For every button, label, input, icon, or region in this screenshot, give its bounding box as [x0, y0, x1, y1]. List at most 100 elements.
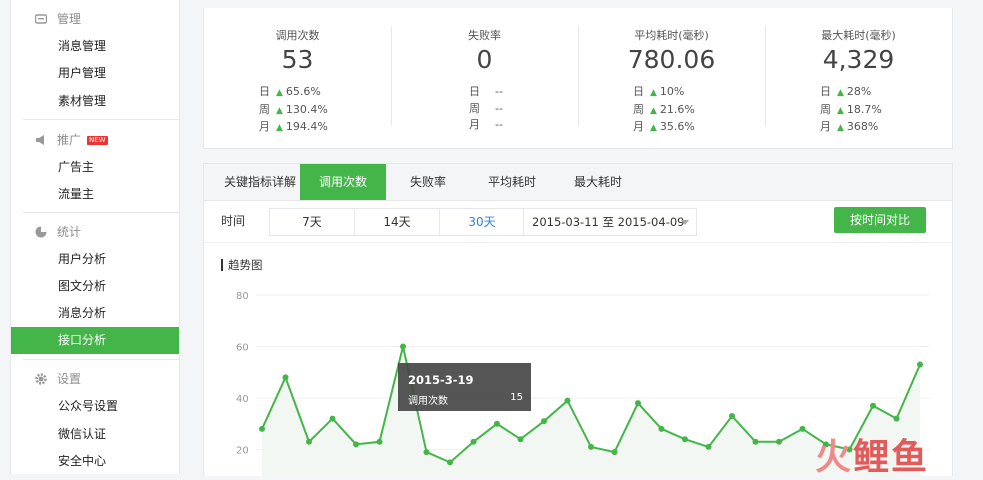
- tab-avg-latency[interactable]: 平均耗时: [479, 164, 545, 200]
- stat-row-month: 月 ▲ 368%: [820, 120, 879, 133]
- sidebar-item-label: 用户管理: [58, 66, 107, 80]
- sidebar-divider: [23, 119, 179, 120]
- y-tick-label: 60: [236, 343, 249, 354]
- settings-icon: [35, 373, 47, 385]
- data-point: [588, 443, 594, 450]
- up-arrow-icon: ▲: [650, 123, 657, 133]
- stat-row-week: 周 --: [469, 101, 503, 115]
- stat-failure-rate: 失败率 0 日 -- 周 -- 月 --: [391, 8, 578, 148]
- up-arrow-icon: ▲: [650, 105, 657, 116]
- tab-key-metrics[interactable]: 关键指标详解: [214, 164, 306, 200]
- data-point: [705, 443, 712, 450]
- sidebar: 管理 消息管理 用户管理 素材管理 推广 NEW 广告主 流量主 统计 用户分析 …: [10, 0, 180, 474]
- range-14-days[interactable]: 14天: [354, 208, 440, 236]
- sidebar-item-label: 接口分析: [58, 333, 107, 347]
- stat-avg-latency: 平均耗时(毫秒) 780.06 日 ▲ 10% 周 ▲ 21.6% 月 ▲ 35.6%: [578, 8, 765, 148]
- sidebar-item-label: 安全中心: [58, 454, 107, 468]
- stat-value: 4,329: [822, 45, 895, 74]
- stat-row-day: 日 --: [469, 85, 503, 98]
- sidebar-section-title: 统计: [57, 225, 82, 239]
- new-badge: NEW: [87, 136, 108, 145]
- data-point: [470, 438, 477, 445]
- up-arrow-icon: ▲: [276, 105, 283, 116]
- data-point: [564, 397, 571, 404]
- sidebar-item-message-management[interactable]: 消息管理: [11, 33, 179, 60]
- sidebar-item-label: 流量主: [58, 187, 95, 201]
- megaphone-icon: [36, 135, 44, 145]
- data-point: [423, 449, 430, 456]
- sidebar-section-title: 设置: [57, 372, 82, 386]
- sidebar-item-wechat-verification[interactable]: 微信认证: [11, 421, 179, 448]
- tab-failure-rate[interactable]: 失败率: [395, 164, 461, 200]
- sidebar-item-message-analysis[interactable]: 消息分析: [11, 300, 179, 327]
- stat-value: 0: [476, 45, 493, 74]
- sidebar-item-label: 消息管理: [58, 39, 107, 53]
- stat-title: 平均耗时(毫秒): [634, 29, 709, 42]
- sidebar-divider: [23, 212, 179, 213]
- up-arrow-icon: ▲: [650, 88, 657, 98]
- stat-row-day: 日 ▲ 28%: [820, 85, 872, 98]
- sidebar-section-title: 推广: [57, 133, 82, 147]
- stat-row-week: 周 ▲ 18.7%: [820, 102, 882, 116]
- sidebar-item-label: 图文分析: [58, 279, 107, 293]
- sidebar-item-account-settings[interactable]: 公众号设置: [11, 393, 179, 420]
- compare-by-time-button[interactable]: 按时间对比: [834, 207, 926, 233]
- chevron-down-icon: [681, 220, 689, 225]
- y-tick-label: 80: [236, 291, 249, 302]
- data-point: [658, 425, 665, 432]
- stat-title: 调用次数: [275, 29, 320, 42]
- up-arrow-icon: ▲: [837, 105, 844, 116]
- data-point: [729, 413, 735, 420]
- sidebar-item-label: 素材管理: [58, 94, 107, 108]
- sidebar-item-label: 用户分析: [58, 252, 107, 266]
- sidebar-item-api-analysis[interactable]: 接口分析: [11, 327, 179, 354]
- data-point: [541, 418, 547, 425]
- sidebar-item-article-analysis[interactable]: 图文分析: [11, 273, 179, 300]
- range-30-days[interactable]: 30天: [439, 208, 525, 236]
- sidebar-item-security-center[interactable]: 安全中心: [11, 448, 179, 475]
- statistics-icon: [35, 226, 47, 238]
- data-point: [400, 343, 406, 350]
- date-range-value: 2015-03-11 至 2015-04-09: [532, 215, 685, 229]
- stat-row-week: 周 ▲ 130.4%: [259, 102, 328, 116]
- sidebar-item-label: 广告主: [58, 160, 95, 174]
- data-point: [259, 425, 265, 432]
- sidebar-item-user-management[interactable]: 用户管理: [11, 60, 179, 87]
- watermark-logo: 火鲤鱼: [815, 437, 930, 478]
- y-tick-label: 20: [236, 446, 249, 457]
- data-point: [893, 415, 900, 422]
- stat-row-day: 日 ▲ 65.6%: [259, 85, 321, 98]
- sidebar-item-traffic-owner[interactable]: 流量主: [11, 181, 179, 208]
- stat-value: 780.06: [627, 45, 716, 74]
- stat-row-month: 月 --: [469, 118, 503, 131]
- sidebar-item-user-analysis[interactable]: 用户分析: [11, 246, 179, 273]
- metric-tabs: 关键指标详解 调用次数 失败率 平均耗时 最大耗时: [204, 164, 952, 201]
- sidebar-item-label: 微信认证: [58, 427, 107, 441]
- time-label: 时间: [221, 214, 246, 228]
- data-point: [870, 402, 876, 409]
- date-range-picker[interactable]: 2015-03-11 至 2015-04-09: [523, 208, 697, 236]
- stat-title: 最大耗时(毫秒): [821, 29, 896, 42]
- tab-max-latency[interactable]: 最大耗时: [565, 164, 631, 200]
- stat-title: 失败率: [468, 29, 501, 42]
- data-point: [494, 420, 500, 427]
- tooltip-value: 15: [510, 392, 523, 403]
- data-point: [353, 441, 359, 448]
- range-7-days[interactable]: 7天: [269, 208, 355, 236]
- up-arrow-icon: ▲: [837, 123, 844, 133]
- chart-tooltip: 2015-3-19 调用次数 15: [398, 363, 531, 411]
- data-point: [752, 438, 759, 445]
- data-point: [517, 436, 524, 443]
- tab-call-count[interactable]: 调用次数: [300, 164, 386, 200]
- data-point: [917, 361, 923, 368]
- stat-row-day: 日 ▲ 10%: [633, 85, 685, 98]
- data-point: [306, 438, 312, 445]
- up-arrow-icon: ▲: [276, 88, 283, 98]
- sidebar-item-label: 消息分析: [58, 306, 107, 320]
- sidebar-item-material-management[interactable]: 素材管理: [11, 88, 179, 115]
- stat-row-month: 月 ▲ 35.6%: [633, 120, 695, 133]
- data-point: [329, 415, 336, 422]
- management-icon: [35, 14, 47, 24]
- sidebar-item-advertiser[interactable]: 广告主: [11, 154, 179, 181]
- y-tick-label: 40: [236, 394, 249, 405]
